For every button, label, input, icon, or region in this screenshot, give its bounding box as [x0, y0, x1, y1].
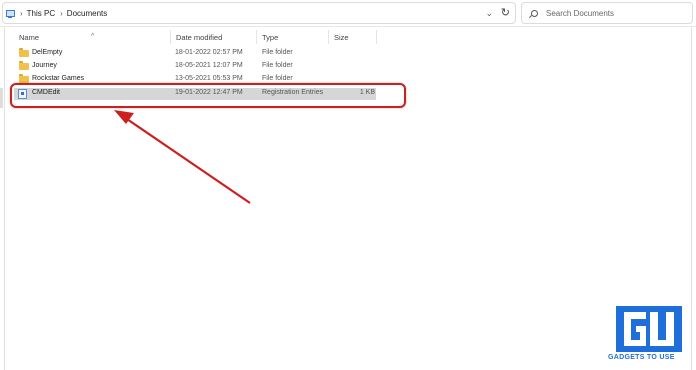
watermark-text: GADGETS TO USE — [608, 354, 675, 361]
annotation-arrow — [114, 110, 251, 204]
watermark-logo: GADGETS TO USE — [608, 306, 688, 368]
